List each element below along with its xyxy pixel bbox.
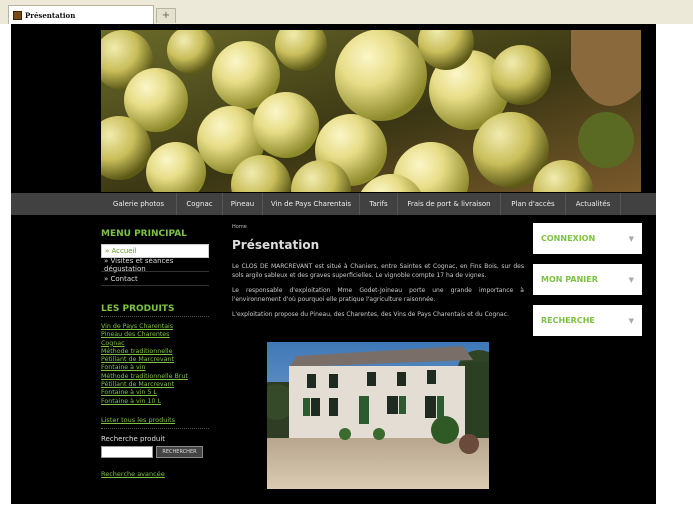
product-link[interactable]: Fontaine à vin 5 L [101,389,209,397]
chevron-down-icon: ▼ [628,234,634,243]
login-box[interactable]: CONNEXION ▼ [533,223,642,254]
nav-item[interactable]: Galerie photos [101,193,177,215]
product-link[interactable]: Pineau des Charentes [101,331,209,339]
cart-box[interactable]: MON PANIER ▼ [533,264,642,295]
search-box[interactable]: RECHERCHE ▼ [533,305,642,336]
browser-tab-title: Présentation [25,10,76,20]
nav-item[interactable]: Pineau [223,193,263,215]
product-search-label: Recherche produit [101,434,166,443]
browser-tab[interactable]: Présentation [8,5,154,24]
nav-item[interactable]: Actualités [566,193,621,215]
advanced-search-link[interactable]: Recherche avancée [101,470,209,478]
product-link[interactable]: Vin de Pays Charentais [101,323,209,331]
content-paragraph: Le responsable d'exploitation Mme Godet-… [232,286,524,304]
list-all-products-link[interactable]: Lister tous les produits [101,416,209,429]
product-link[interactable]: Fontaine à vin [101,364,209,372]
nav-item[interactable]: Vin de Pays Charentais [263,193,360,215]
products-title: LES PRODUITS [101,304,209,317]
nav-item[interactable]: Plan d'accès [501,193,566,215]
product-link[interactable]: Fontaine à vin 10 L [101,398,209,406]
chevron-down-icon: ▼ [628,316,634,325]
product-search-row: RECHERCHER [101,445,209,458]
menu-item-contact[interactable]: » Contact [101,272,209,286]
login-box-title: CONNEXION [541,234,596,243]
estate-house-photo [267,342,489,489]
page-title: Présentation [232,238,320,252]
product-link[interactable]: Méthode traditionnelle [101,348,209,356]
cart-box-title: MON PANIER [541,275,598,284]
breadcrumb[interactable]: Home [232,224,524,230]
header-banner-grapes-image [101,30,641,192]
products-list: Vin de Pays Charentais Pineau des Charent… [101,323,209,406]
nav-item[interactable]: Tarifs [360,193,398,215]
web-page: Galerie photos Cognac Pineau Vin de Pays Ch… [11,24,656,504]
main-navigation: Galerie photos Cognac Pineau Vin de Pays Ch… [11,193,656,215]
main-content: Home Présentation Le CLOS DE MARCREVANT … [232,224,524,489]
nav-item[interactable]: Frais de port & livraison [398,193,501,215]
menu-item-visites[interactable]: » Visites et séances dégustation [101,257,209,273]
site-favicon-icon [13,10,22,20]
search-box-title: RECHERCHE [541,316,595,325]
product-search-button[interactable]: RECHERCHER [156,445,203,458]
product-search-input[interactable] [101,445,153,458]
main-menu-title: MENU PRINCIPAL [101,229,187,239]
product-link[interactable]: Méthode traditionnelle Brut [101,373,209,381]
product-link[interactable]: Cognac [101,340,209,348]
nav-item[interactable]: Cognac [177,193,223,215]
right-sidebar: CONNEXION ▼ MON PANIER ▼ RECHERCHE ▼ [533,223,642,346]
content-paragraph: L'exploitation propose du Pineau, des Ch… [232,310,509,318]
left-sidebar: MENU PRINCIPAL » Accueil » Visites et sé… [101,229,209,478]
content-paragraph: Le CLOS DE MARCREVANT est situé à Chanie… [232,263,524,280]
new-tab-button[interactable]: + [156,8,176,23]
browser-tabstrip: Présentation + [0,0,693,24]
main-navigation-list: Galerie photos Cognac Pineau Vin de Pays Ch… [101,193,641,215]
chevron-down-icon: ▼ [628,275,634,284]
